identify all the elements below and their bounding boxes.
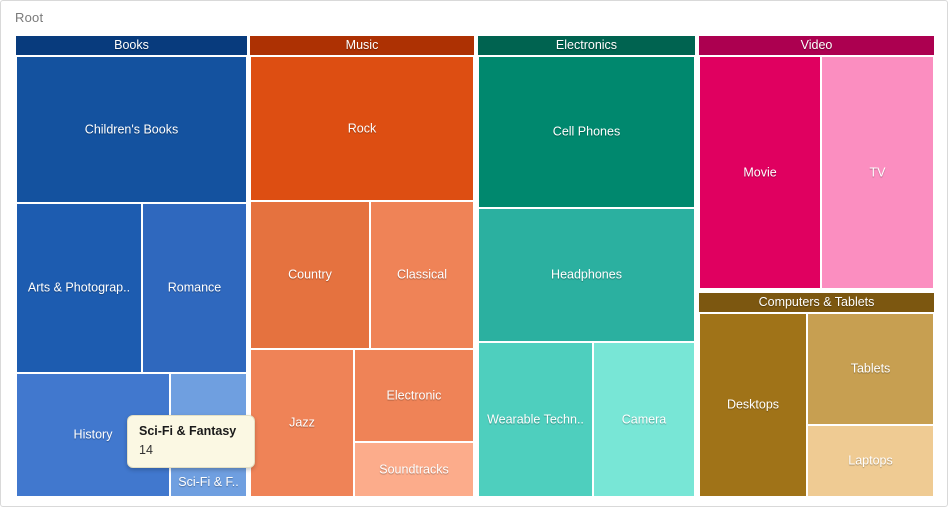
treemap-leaf-electronic[interactable]: Electronic: [354, 349, 474, 442]
treemap-leaf-romance[interactable]: Romance: [142, 203, 247, 373]
leaf-label-soundtracks: Soundtracks: [379, 462, 449, 476]
leaf-label-cell-phones: Cell Phones: [552, 124, 621, 139]
treemap-leaf-jazz[interactable]: Jazz: [250, 349, 354, 497]
leaf-label-desktops: Desktops: [726, 397, 780, 412]
group-header-electronics[interactable]: Electronics: [478, 36, 695, 55]
tooltip-value: 14: [139, 443, 153, 457]
treemap-leaf-country[interactable]: Country: [250, 201, 370, 349]
leaf-label-electronic: Electronic: [386, 388, 442, 402]
treemap-leaf-arts-photography[interactable]: Arts & Photograp..: [16, 203, 142, 373]
treemap-leaf-headphones[interactable]: Headphones: [478, 208, 695, 342]
leaf-label-childrens-books: Children's Books: [84, 122, 179, 136]
treemap-leaf-camera[interactable]: Camera: [593, 342, 695, 497]
treemap-leaf-movie[interactable]: Movie: [699, 56, 821, 289]
treemap-leaf-wearable-technology[interactable]: Wearable Techn..: [478, 342, 593, 497]
treemap-leaf-classical[interactable]: Classical: [370, 201, 474, 349]
treemap-leaf-cell-phones[interactable]: Cell Phones: [478, 56, 695, 208]
treemap-group-music[interactable]: Music Rock Country Classical Jazz Electr…: [250, 36, 474, 497]
leaf-label-camera: Camera: [621, 412, 667, 426]
treemap-group-electronics[interactable]: Electronics Cell Phones Headphones Weara…: [478, 36, 695, 497]
leaf-label-arts-photography: Arts & Photograp..: [27, 280, 131, 295]
group-header-music[interactable]: Music: [250, 36, 474, 55]
treemap-group-video[interactable]: Video Movie TV: [699, 36, 934, 289]
tooltip-title: Sci-Fi & Fantasy: [139, 424, 237, 438]
treemap-leaf-rock[interactable]: Rock: [250, 56, 474, 201]
leaf-label-wearable-technology: Wearable Techn..: [487, 412, 584, 426]
group-header-books[interactable]: Books: [16, 36, 247, 55]
treemap-leaf-tablets[interactable]: Tablets: [807, 313, 934, 425]
treemap-leaf-desktops[interactable]: Desktops: [699, 313, 807, 497]
leaf-label-laptops: Laptops: [848, 453, 893, 468]
leaf-label-tv: TV: [869, 165, 886, 179]
leaf-label-country: Country: [288, 267, 332, 282]
treemap-leaf-tv[interactable]: TV: [821, 56, 934, 289]
leaf-label-rock: Rock: [347, 121, 377, 135]
leaf-label-jazz: Jazz: [289, 415, 315, 430]
treemap-tooltip: Sci-Fi & Fantasy 14: [127, 415, 255, 468]
leaf-label-scifi-fantasy: Sci-Fi & F..: [178, 475, 239, 489]
treemap-leaf-childrens-books[interactable]: Children's Books: [16, 56, 247, 203]
treemap-group-computers-tablets[interactable]: Computers & Tablets Desktops Tablets Lap…: [699, 293, 934, 497]
leaf-label-movie: Movie: [743, 165, 777, 179]
leaf-label-tablets: Tablets: [850, 361, 891, 376]
leaf-label-romance: Romance: [167, 280, 222, 295]
group-header-computers-tablets[interactable]: Computers & Tablets: [699, 293, 934, 312]
treemap-leaf-laptops[interactable]: Laptops: [807, 425, 934, 497]
leaf-label-classical: Classical: [396, 267, 447, 282]
treemap-chart-frame: Root Books Children's Books Arts & Photo…: [0, 0, 948, 507]
leaf-label-headphones: Headphones: [551, 267, 622, 282]
treemap-leaf-soundtracks[interactable]: Soundtracks: [354, 442, 474, 497]
group-header-video[interactable]: Video: [699, 36, 934, 55]
